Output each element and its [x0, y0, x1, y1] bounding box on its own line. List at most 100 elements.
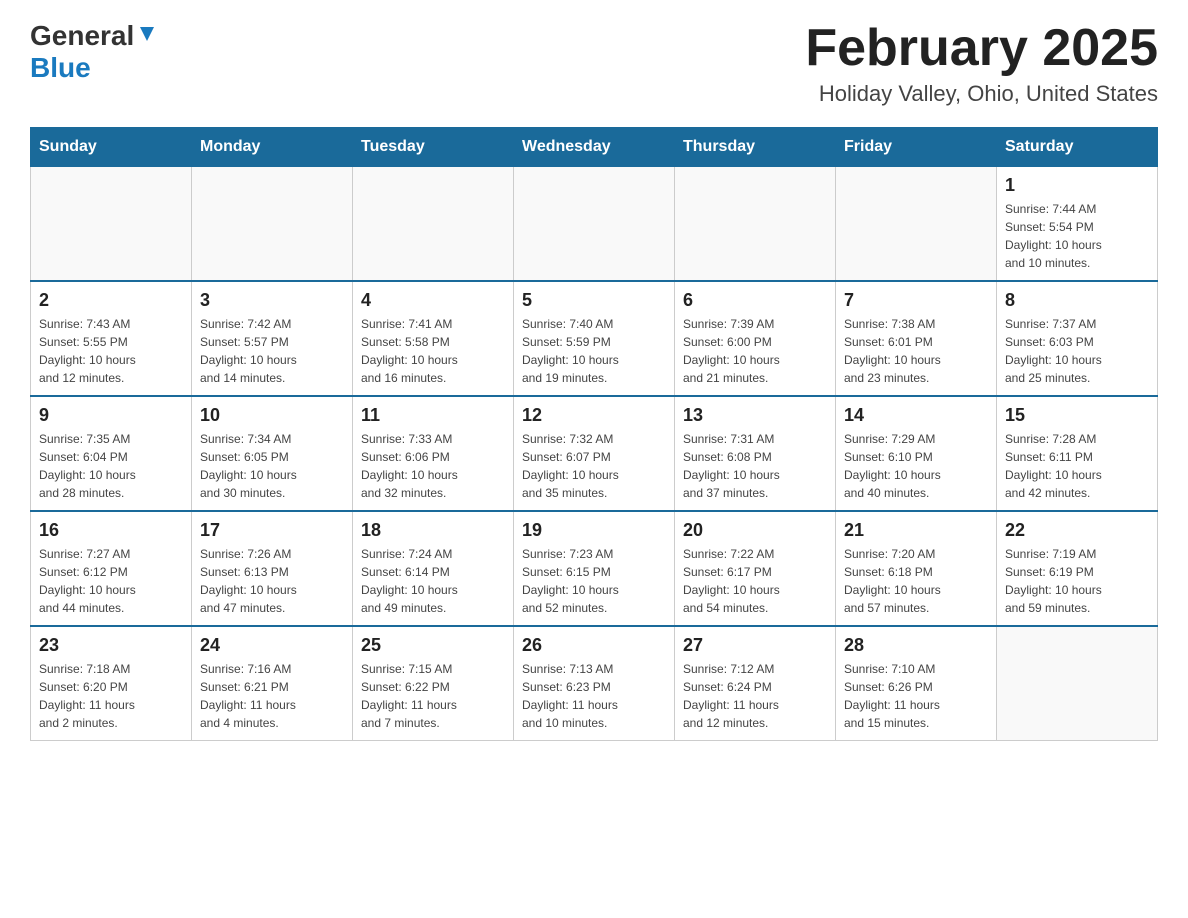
table-row: 2 Sunrise: 7:43 AMSunset: 5:55 PMDaylight…	[31, 281, 192, 396]
table-row	[675, 167, 836, 282]
day-number: 26	[522, 635, 666, 656]
table-row: 15 Sunrise: 7:28 AMSunset: 6:11 PMDayligh…	[997, 396, 1158, 511]
day-number: 23	[39, 635, 183, 656]
day-info: Sunrise: 7:24 AMSunset: 6:14 PMDaylight:…	[361, 545, 505, 617]
day-number: 2	[39, 290, 183, 311]
table-row	[192, 167, 353, 282]
day-info: Sunrise: 7:26 AMSunset: 6:13 PMDaylight:…	[200, 545, 344, 617]
day-number: 4	[361, 290, 505, 311]
page-header: General Blue February 2025 Holiday Valle…	[30, 20, 1158, 107]
day-number: 28	[844, 635, 988, 656]
day-info: Sunrise: 7:12 AMSunset: 6:24 PMDaylight:…	[683, 660, 827, 732]
table-row: 17 Sunrise: 7:26 AMSunset: 6:13 PMDayligh…	[192, 511, 353, 626]
day-info: Sunrise: 7:16 AMSunset: 6:21 PMDaylight:…	[200, 660, 344, 732]
col-monday: Monday	[192, 128, 353, 167]
table-row: 28 Sunrise: 7:10 AMSunset: 6:26 PMDayligh…	[836, 626, 997, 741]
title-section: February 2025 Holiday Valley, Ohio, Unit…	[805, 20, 1158, 107]
day-info: Sunrise: 7:38 AMSunset: 6:01 PMDaylight:…	[844, 315, 988, 387]
month-title: February 2025	[805, 20, 1158, 77]
day-info: Sunrise: 7:18 AMSunset: 6:20 PMDaylight:…	[39, 660, 183, 732]
table-row: 18 Sunrise: 7:24 AMSunset: 6:14 PMDayligh…	[353, 511, 514, 626]
col-saturday: Saturday	[997, 128, 1158, 167]
calendar-week-row: 9 Sunrise: 7:35 AMSunset: 6:04 PMDaylight…	[31, 396, 1158, 511]
table-row	[353, 167, 514, 282]
day-number: 10	[200, 405, 344, 426]
day-number: 13	[683, 405, 827, 426]
day-number: 8	[1005, 290, 1149, 311]
table-row	[997, 626, 1158, 741]
col-wednesday: Wednesday	[514, 128, 675, 167]
table-row: 3 Sunrise: 7:42 AMSunset: 5:57 PMDaylight…	[192, 281, 353, 396]
day-number: 9	[39, 405, 183, 426]
day-info: Sunrise: 7:19 AMSunset: 6:19 PMDaylight:…	[1005, 545, 1149, 617]
day-number: 3	[200, 290, 344, 311]
table-row: 9 Sunrise: 7:35 AMSunset: 6:04 PMDaylight…	[31, 396, 192, 511]
day-number: 25	[361, 635, 505, 656]
calendar-week-row: 16Sunrise: 7:27 AMSunset: 6:12 PMDayligh…	[31, 511, 1158, 626]
calendar-week-row: 1 Sunrise: 7:44 AMSunset: 5:54 PMDaylight…	[31, 167, 1158, 282]
logo-blue-text: Blue	[30, 52, 91, 83]
table-row: 6 Sunrise: 7:39 AMSunset: 6:00 PMDaylight…	[675, 281, 836, 396]
logo-arrow-icon	[136, 23, 158, 45]
col-friday: Friday	[836, 128, 997, 167]
day-number: 7	[844, 290, 988, 311]
day-info: Sunrise: 7:10 AMSunset: 6:26 PMDaylight:…	[844, 660, 988, 732]
day-number: 12	[522, 405, 666, 426]
table-row: 21 Sunrise: 7:20 AMSunset: 6:18 PMDayligh…	[836, 511, 997, 626]
table-row: 25 Sunrise: 7:15 AMSunset: 6:22 PMDayligh…	[353, 626, 514, 741]
day-number: 22	[1005, 520, 1149, 541]
table-row: 20 Sunrise: 7:22 AMSunset: 6:17 PMDayligh…	[675, 511, 836, 626]
calendar-table: Sunday Monday Tuesday Wednesday Thursday…	[30, 127, 1158, 741]
table-row	[31, 167, 192, 282]
day-number: 20	[683, 520, 827, 541]
day-info: Sunrise: 7:31 AMSunset: 6:08 PMDaylight:…	[683, 430, 827, 502]
day-number: 21	[844, 520, 988, 541]
table-row: 11 Sunrise: 7:33 AMSunset: 6:06 PMDayligh…	[353, 396, 514, 511]
day-info: Sunrise: 7:35 AMSunset: 6:04 PMDaylight:…	[39, 430, 183, 502]
day-info: Sunrise: 7:20 AMSunset: 6:18 PMDaylight:…	[844, 545, 988, 617]
table-row: 13 Sunrise: 7:31 AMSunset: 6:08 PMDayligh…	[675, 396, 836, 511]
day-number: 17	[200, 520, 344, 541]
day-number: 18	[361, 520, 505, 541]
calendar-week-row: 2 Sunrise: 7:43 AMSunset: 5:55 PMDaylight…	[31, 281, 1158, 396]
day-info: Sunrise: 7:28 AMSunset: 6:11 PMDaylight:…	[1005, 430, 1149, 502]
col-sunday: Sunday	[31, 128, 192, 167]
table-row: 23 Sunrise: 7:18 AMSunset: 6:20 PMDayligh…	[31, 626, 192, 741]
day-number: 19	[522, 520, 666, 541]
day-info: Sunrise: 7:22 AMSunset: 6:17 PMDaylight:…	[683, 545, 827, 617]
calendar-header-row: Sunday Monday Tuesday Wednesday Thursday…	[31, 128, 1158, 167]
day-info: Sunrise: 7:43 AMSunset: 5:55 PMDaylight:…	[39, 315, 183, 387]
day-number: 27	[683, 635, 827, 656]
day-number: 14	[844, 405, 988, 426]
day-number: 1	[1005, 175, 1149, 196]
table-row: 16Sunrise: 7:27 AMSunset: 6:12 PMDayligh…	[31, 511, 192, 626]
day-info: Sunrise: 7:44 AMSunset: 5:54 PMDaylight:…	[1005, 200, 1149, 272]
table-row: 19 Sunrise: 7:23 AMSunset: 6:15 PMDayligh…	[514, 511, 675, 626]
day-info: Sunrise: 7:13 AMSunset: 6:23 PMDaylight:…	[522, 660, 666, 732]
table-row: 26 Sunrise: 7:13 AMSunset: 6:23 PMDayligh…	[514, 626, 675, 741]
logo: General Blue	[30, 20, 158, 84]
location-subtitle: Holiday Valley, Ohio, United States	[805, 81, 1158, 107]
day-info: Sunrise: 7:41 AMSunset: 5:58 PMDaylight:…	[361, 315, 505, 387]
table-row	[836, 167, 997, 282]
table-row: 22 Sunrise: 7:19 AMSunset: 6:19 PMDayligh…	[997, 511, 1158, 626]
day-info: Sunrise: 7:42 AMSunset: 5:57 PMDaylight:…	[200, 315, 344, 387]
day-info: Sunrise: 7:23 AMSunset: 6:15 PMDaylight:…	[522, 545, 666, 617]
day-number: 5	[522, 290, 666, 311]
day-number: 6	[683, 290, 827, 311]
table-row: 10 Sunrise: 7:34 AMSunset: 6:05 PMDayligh…	[192, 396, 353, 511]
table-row: 27 Sunrise: 7:12 AMSunset: 6:24 PMDayligh…	[675, 626, 836, 741]
day-info: Sunrise: 7:32 AMSunset: 6:07 PMDaylight:…	[522, 430, 666, 502]
col-thursday: Thursday	[675, 128, 836, 167]
day-info: Sunrise: 7:39 AMSunset: 6:00 PMDaylight:…	[683, 315, 827, 387]
day-info: Sunrise: 7:29 AMSunset: 6:10 PMDaylight:…	[844, 430, 988, 502]
table-row: 24Sunrise: 7:16 AMSunset: 6:21 PMDayligh…	[192, 626, 353, 741]
day-info: Sunrise: 7:34 AMSunset: 6:05 PMDaylight:…	[200, 430, 344, 502]
calendar-week-row: 23 Sunrise: 7:18 AMSunset: 6:20 PMDayligh…	[31, 626, 1158, 741]
day-number: 11	[361, 405, 505, 426]
day-info: Sunrise: 7:33 AMSunset: 6:06 PMDaylight:…	[361, 430, 505, 502]
day-info: Sunrise: 7:15 AMSunset: 6:22 PMDaylight:…	[361, 660, 505, 732]
day-number: 15	[1005, 405, 1149, 426]
table-row: 1 Sunrise: 7:44 AMSunset: 5:54 PMDaylight…	[997, 167, 1158, 282]
col-tuesday: Tuesday	[353, 128, 514, 167]
